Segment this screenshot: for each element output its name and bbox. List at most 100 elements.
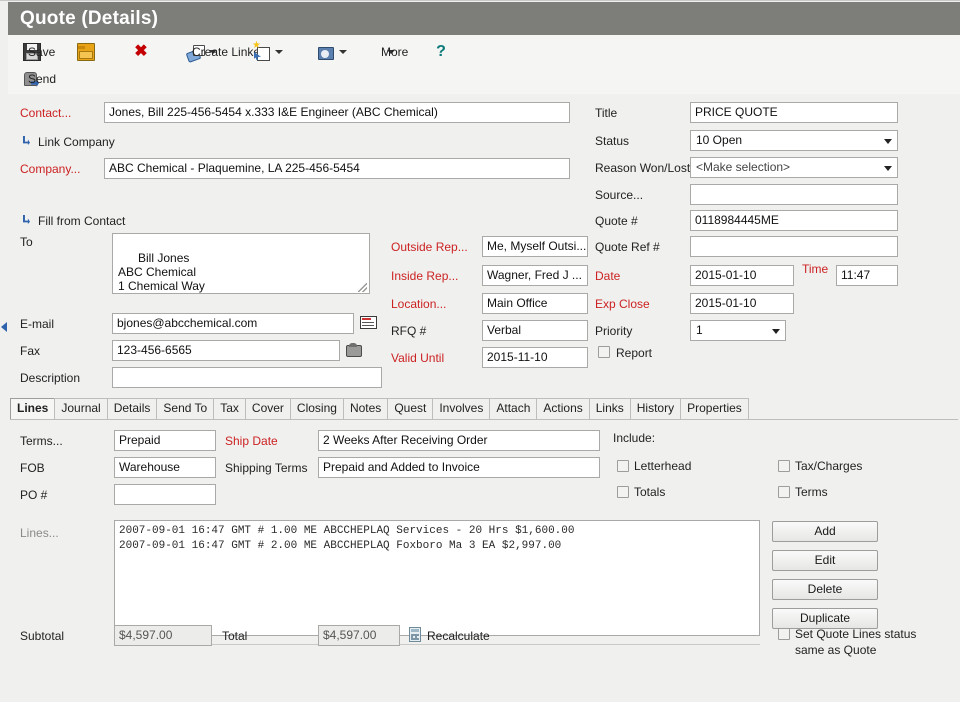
company-input[interactable]: ABC Chemical - Plaquemine, LA 225-456-54…: [104, 158, 570, 179]
form-canvas: Contact... Jones, Bill 225-456-5454 x.33…: [8, 94, 960, 702]
chevron-down-icon: [339, 50, 347, 54]
save-button[interactable]: Save: [16, 39, 48, 65]
create-linked-button[interactable]: Create Linked: [180, 39, 224, 65]
contact-input[interactable]: Jones, Bill 225-456-5454 x.333 I&E Engin…: [104, 102, 570, 123]
tab-details[interactable]: Details: [107, 398, 158, 419]
export-button[interactable]: [310, 39, 354, 65]
ship-date-input[interactable]: 2 Weeks After Receiving Order: [318, 430, 600, 451]
reason-won-lost-select[interactable]: <Make selection>: [690, 157, 898, 178]
time-input[interactable]: 11:47: [836, 265, 898, 286]
terms-input[interactable]: Prepaid: [114, 430, 216, 451]
tab-actions[interactable]: Actions: [536, 398, 589, 419]
total-label: Total: [222, 629, 247, 643]
page-title: Quote (Details): [20, 8, 158, 30]
quote-lines-listbox[interactable]: 2007-09-01 16:47 GMT # 1.00 ME ABCCHEPLA…: [114, 520, 760, 636]
quote-number-input[interactable]: 0118984445ME: [690, 210, 898, 231]
include-tax-charges-checkbox[interactable]: [778, 460, 790, 472]
new-record-button[interactable]: [246, 39, 290, 65]
source-label: Source...: [595, 188, 643, 202]
tab-properties[interactable]: Properties: [680, 398, 749, 419]
company-label: Company...: [20, 162, 80, 176]
priority-select[interactable]: 1: [690, 320, 786, 341]
edit-line-button[interactable]: Edit: [772, 550, 878, 571]
fill-from-contact-link[interactable]: Fill from Contact: [22, 214, 125, 228]
include-letterhead-checkbox[interactable]: [617, 460, 629, 472]
outside-rep-input[interactable]: Me, Myself Outsi...: [482, 236, 588, 257]
quote-line-item[interactable]: 2007-09-01 16:47 GMT # 2.00 ME ABCCHEPLA…: [119, 539, 755, 554]
include-totals-label: Totals: [634, 485, 665, 499]
total-value: $4,597.00: [318, 625, 400, 646]
quote-ref-input[interactable]: [690, 236, 898, 257]
tab-involves[interactable]: Involves: [432, 398, 490, 419]
title-input[interactable]: PRICE QUOTE: [690, 102, 898, 123]
rfq-input[interactable]: Verbal: [482, 320, 588, 341]
send-button[interactable]: Send: [16, 66, 46, 92]
inside-rep-label: Inside Rep...: [391, 269, 458, 283]
valid-until-label: Valid Until: [391, 351, 444, 365]
valid-until-input[interactable]: 2015-11-10: [482, 347, 588, 368]
tab-notes[interactable]: Notes: [343, 398, 388, 419]
calculator-icon[interactable]: [409, 627, 421, 642]
time-label: Time: [802, 262, 828, 276]
rfq-label: RFQ #: [391, 324, 426, 338]
link-company-link[interactable]: Link Company: [22, 135, 115, 149]
email-input[interactable]: bjones@abcchemical.com: [112, 313, 354, 334]
tab-quest[interactable]: Quest: [387, 398, 433, 419]
save-as-button[interactable]: [70, 39, 102, 65]
set-quote-lines-status-checkbox[interactable]: [778, 628, 790, 640]
tab-history[interactable]: History: [630, 398, 681, 419]
resize-grip[interactable]: [358, 283, 367, 292]
include-totals-checkbox[interactable]: [617, 486, 629, 498]
chevron-down-icon: [884, 166, 892, 171]
window-title-bar: Quote (Details): [8, 2, 960, 35]
tab-tax[interactable]: Tax: [213, 398, 246, 419]
quote-ref-label: Quote Ref #: [595, 240, 660, 254]
quote-number-label: Quote #: [595, 214, 638, 228]
chevron-down-icon: [772, 329, 780, 334]
help-icon: ?: [433, 44, 449, 60]
fax-input[interactable]: 123-456-6565: [112, 340, 340, 361]
date-input[interactable]: 2015-01-10: [690, 265, 794, 286]
shipping-terms-input[interactable]: Prepaid and Added to Invoice: [318, 457, 600, 478]
tab-bar: LinesJournalDetailsSend ToTaxCoverClosin…: [10, 398, 958, 420]
tab-cover[interactable]: Cover: [245, 398, 291, 419]
save-as-icon: [77, 43, 95, 61]
include-terms-label: Terms: [795, 485, 828, 499]
status-select[interactable]: 10 Open: [690, 130, 898, 151]
delete-line-button[interactable]: Delete: [772, 579, 878, 600]
tab-lines[interactable]: Lines: [10, 398, 55, 420]
location-label: Location...: [391, 297, 446, 311]
include-tax-charges-label: Tax/Charges: [795, 459, 862, 473]
fob-input[interactable]: Warehouse: [114, 457, 216, 478]
to-address-textarea[interactable]: Bill Jones ABC Chemical 1 Chemical Way S…: [112, 233, 370, 294]
include-terms-checkbox[interactable]: [778, 486, 790, 498]
source-input[interactable]: [690, 184, 898, 205]
description-input[interactable]: [112, 367, 382, 388]
delete-icon: ✖: [133, 44, 149, 60]
exp-close-input[interactable]: 2015-01-10: [690, 293, 794, 314]
tab-send-to[interactable]: Send To: [156, 398, 214, 419]
more-button[interactable]: More: [374, 39, 402, 65]
add-line-button[interactable]: Add: [772, 521, 878, 542]
expand-arrow-icon[interactable]: [1, 322, 7, 332]
tab-closing[interactable]: Closing: [290, 398, 344, 419]
help-button[interactable]: ?: [426, 39, 456, 65]
inside-rep-input[interactable]: Wagner, Fred J ...: [482, 265, 588, 286]
tab-journal[interactable]: Journal: [54, 398, 107, 419]
status-label: Status: [595, 134, 629, 148]
new-record-icon: [253, 44, 269, 60]
fax-icon[interactable]: [346, 345, 362, 357]
tab-attach[interactable]: Attach: [489, 398, 537, 419]
report-checkbox[interactable]: [598, 346, 610, 358]
shipping-terms-label: Shipping Terms: [225, 461, 308, 475]
email-icon[interactable]: [360, 316, 377, 329]
export-icon: [317, 44, 333, 60]
reason-won-lost-label: Reason Won/Lost: [595, 161, 690, 175]
delete-button[interactable]: ✖: [126, 39, 156, 65]
po-number-input[interactable]: [114, 484, 216, 505]
quote-line-item[interactable]: 2007-09-01 16:47 GMT # 1.00 ME ABCCHEPLA…: [119, 524, 755, 539]
tab-links[interactable]: Links: [589, 398, 631, 419]
quote-details-window: Quote (Details) Save ✖ Create Linked: [0, 0, 960, 702]
location-input[interactable]: Main Office: [482, 293, 588, 314]
recalculate-link[interactable]: Recalculate: [427, 629, 490, 643]
